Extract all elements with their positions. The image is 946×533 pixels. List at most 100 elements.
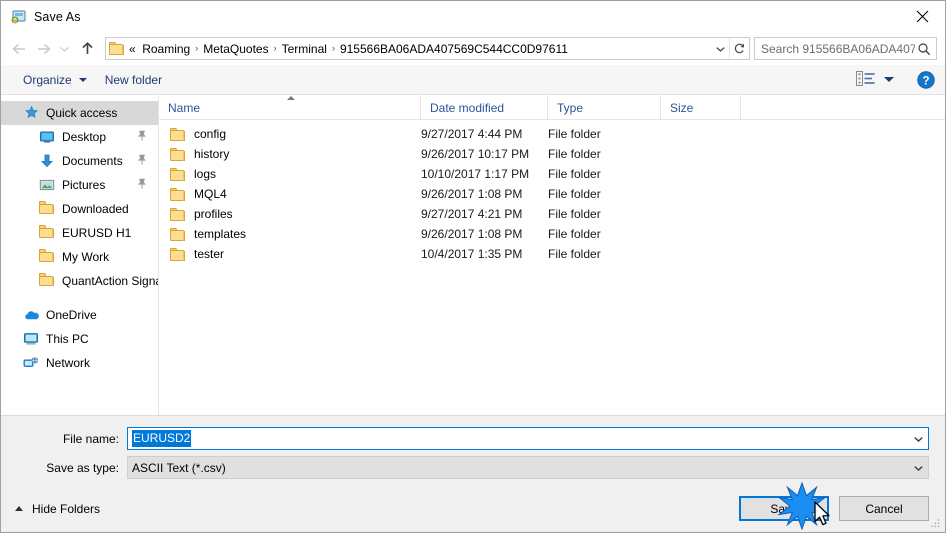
table-row[interactable]: config 9/27/2017 4:44 PM File folder — [159, 124, 945, 144]
sidebar-item-label: Quick access — [46, 106, 118, 120]
arrow-right-icon[interactable] — [31, 37, 55, 61]
sidebar-item-quantaction-signal[interactable]: QuantAction Signal — [1, 269, 158, 293]
sidebar-item-this-pc[interactable]: This PC — [1, 327, 158, 351]
sidebar-item-label: Pictures — [62, 178, 106, 192]
sidebar-item-documents[interactable]: Documents — [1, 149, 158, 173]
file-name-cell: config — [159, 127, 421, 141]
folder-icon — [170, 227, 186, 241]
search-input[interactable]: Search 915566BA06ADA40756... — [754, 37, 937, 60]
sidebar-item-pictures[interactable]: Pictures — [1, 173, 158, 197]
file-date: 10/4/2017 1:35 PM — [421, 247, 523, 261]
window-title: Save As — [34, 9, 81, 24]
table-row[interactable]: logs 10/10/2017 1:17 PM File folder — [159, 164, 945, 184]
view-mode-button[interactable] — [853, 69, 900, 91]
file-name-input[interactable]: EURUSD2 — [127, 427, 929, 450]
refresh-icon[interactable] — [729, 38, 749, 59]
sidebar-item-eurusd-h1[interactable]: EURUSD H1 — [1, 221, 158, 245]
sidebar-item-my-work[interactable]: My Work — [1, 245, 158, 269]
column-header-type[interactable]: Type — [548, 95, 661, 120]
file-date: 9/26/2017 10:17 PM — [421, 147, 530, 161]
sidebar-item-label: Desktop — [62, 130, 107, 144]
table-row[interactable]: history 9/26/2017 10:17 PM File folder — [159, 144, 945, 164]
toolbar: Organize New folder ? — [1, 65, 945, 95]
save-as-type-value: ASCII Text (*.csv) — [132, 460, 226, 475]
folder-icon — [170, 167, 186, 181]
hide-folders-button[interactable]: Hide Folders — [11, 502, 100, 516]
breadcrumb-item-roaming[interactable]: Roaming — [138, 42, 194, 56]
sidebar-item-label: OneDrive — [46, 308, 97, 322]
file-list-header: Name Date modified Type Size — [159, 95, 945, 120]
address-dropdown-chevron-down-icon[interactable] — [711, 38, 729, 59]
save-as-type-row: Save as type: ASCII Text (*.csv) — [17, 456, 929, 479]
folder-icon — [170, 147, 186, 161]
cancel-button[interactable]: Cancel — [839, 496, 929, 521]
folder-icon — [170, 207, 186, 221]
file-date: 9/27/2017 4:44 PM — [421, 127, 523, 141]
file-date: 9/26/2017 1:08 PM — [421, 227, 523, 241]
chevron-down-icon[interactable] — [55, 37, 74, 61]
desktop-icon — [39, 129, 55, 145]
dialog-footer: Hide Folders Save Cancel — [1, 485, 945, 532]
pin-icon[interactable] — [137, 154, 147, 168]
chevron-down-icon — [884, 77, 894, 82]
table-row[interactable]: templates 9/26/2017 1:08 PM File folder — [159, 224, 945, 244]
search-icon[interactable] — [915, 42, 933, 56]
column-header-size[interactable]: Size — [661, 95, 741, 120]
file-name: config — [194, 127, 227, 141]
breadcrumb-separator: › — [331, 42, 335, 53]
file-list-rows: config 9/27/2017 4:44 PM File folder his… — [159, 120, 945, 415]
breadcrumb-overflow[interactable]: « — [127, 42, 138, 56]
save-button[interactable]: Save — [739, 496, 829, 521]
file-name-cell: logs — [159, 167, 421, 181]
breadcrumb-item-terminal-id[interactable]: 915566BA06ADA407569C544CC0D97611 — [336, 42, 572, 56]
address-bar[interactable]: « Roaming › MetaQuotes › Terminal › 9155… — [105, 37, 750, 60]
pin-icon[interactable] — [137, 130, 147, 144]
sidebar-item-network[interactable]: Network — [1, 351, 158, 375]
file-type: File folder — [548, 127, 601, 141]
chevron-down-icon[interactable] — [908, 428, 928, 449]
table-row[interactable]: tester 10/4/2017 1:35 PM File folder — [159, 244, 945, 264]
table-row[interactable]: profiles 9/27/2017 4:21 PM File folder — [159, 204, 945, 224]
dialog-body: Quick access Desktop Documents Pictures … — [1, 95, 945, 415]
sidebar-item-label: Network — [46, 356, 91, 370]
table-row[interactable]: MQL4 9/26/2017 1:08 PM File folder — [159, 184, 945, 204]
pin-icon[interactable] — [137, 178, 147, 192]
save-as-type-label: Save as type: — [46, 460, 119, 475]
sidebar-item-quick-access[interactable]: Quick access — [1, 101, 158, 125]
breadcrumb-item-terminal[interactable]: Terminal — [278, 42, 331, 56]
folder-icon — [109, 41, 125, 56]
file-name: logs — [194, 167, 217, 181]
sidebar-item-onedrive[interactable]: OneDrive — [1, 303, 158, 327]
folder-icon — [170, 247, 186, 261]
organize-button[interactable]: Organize — [17, 69, 93, 91]
sidebar-item-label: Downloaded — [62, 202, 129, 216]
resize-grip[interactable] — [929, 517, 941, 529]
organize-label: Organize — [23, 72, 72, 87]
chevron-down-icon[interactable] — [908, 457, 928, 478]
arrow-left-icon[interactable] — [7, 37, 31, 61]
title-bar: Save As — [1, 1, 945, 32]
chevron-up-icon — [15, 506, 23, 511]
help-icon[interactable]: ? — [917, 70, 935, 89]
search-placeholder: Search 915566BA06ADA40756... — [761, 41, 915, 56]
breadcrumb-item-metaquotes[interactable]: MetaQuotes — [199, 42, 272, 56]
save-as-type-select[interactable]: ASCII Text (*.csv) — [127, 456, 929, 479]
sidebar-item-desktop[interactable]: Desktop — [1, 125, 158, 149]
svg-text:?: ? — [922, 75, 929, 87]
pictures-icon — [39, 177, 55, 193]
file-name-cell: profiles — [159, 207, 421, 221]
sidebar-item-downloaded[interactable]: Downloaded — [1, 197, 158, 221]
close-icon[interactable] — [899, 1, 945, 32]
column-header-date-modified[interactable]: Date modified — [421, 95, 548, 120]
onedrive-icon — [23, 307, 39, 323]
file-type: File folder — [548, 207, 601, 221]
cancel-button-label: Cancel — [865, 501, 903, 516]
documents-icon — [39, 153, 55, 169]
file-type: File folder — [548, 227, 601, 241]
new-folder-button[interactable]: New folder — [99, 69, 168, 91]
file-name-cell: MQL4 — [159, 187, 421, 201]
arrow-up-icon[interactable] — [74, 37, 100, 61]
file-name-cell: tester — [159, 247, 421, 261]
column-header-name[interactable]: Name — [159, 95, 421, 120]
